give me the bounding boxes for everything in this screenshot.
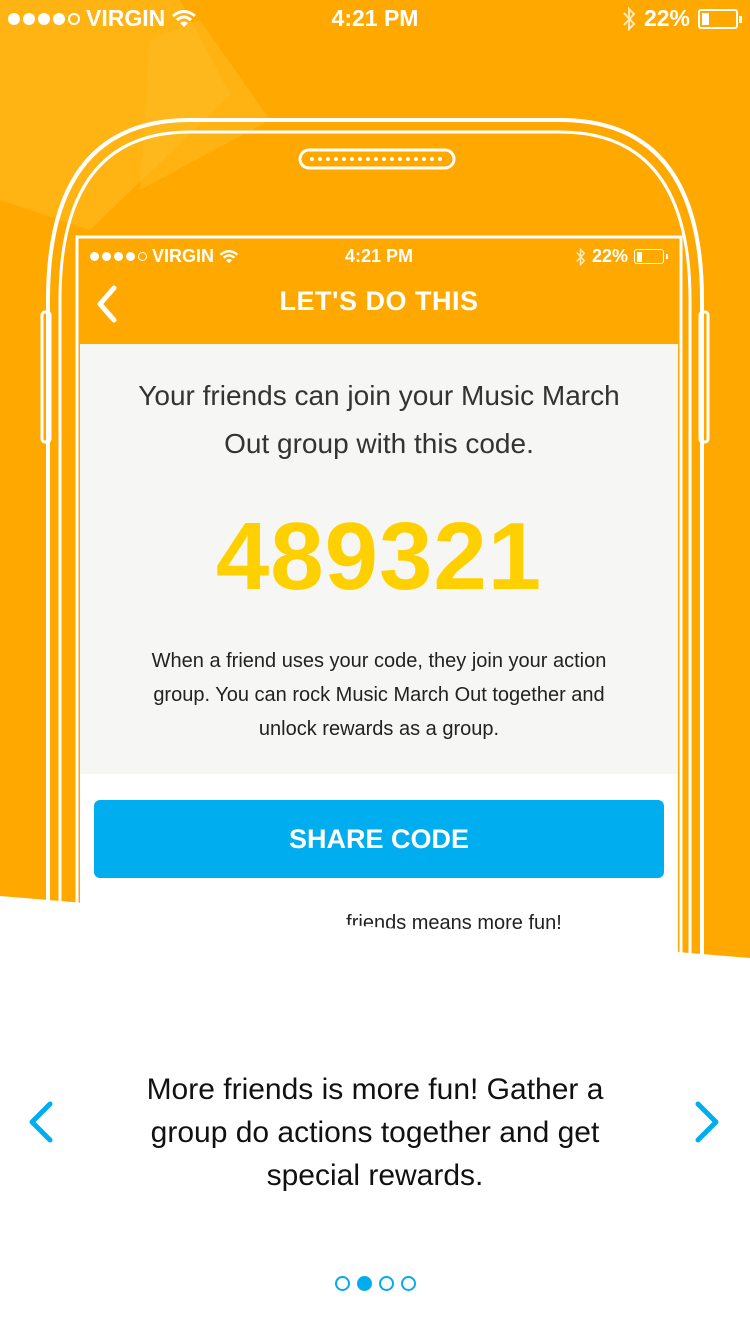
intro-text: Your friends can join your Music March O… (138, 380, 620, 459)
screen-status-bar: VIRGIN 4:21 PM 22% (80, 240, 678, 272)
code-panel: Your friends can join your Music March O… (80, 344, 678, 774)
page-dot[interactable] (378, 1276, 394, 1291)
page-dot[interactable] (356, 1276, 372, 1291)
phone-screen: VIRGIN 4:21 PM 22% LET'S DO THIS Your fr… (80, 240, 678, 960)
screen-title: LET'S DO THIS (279, 286, 479, 316)
share-code-button[interactable]: SHARE CODE (94, 800, 664, 878)
screen-header: VIRGIN 4:21 PM 22% LET'S DO THIS (80, 240, 678, 344)
chevron-right-icon[interactable] (690, 1100, 724, 1144)
carousel-caption: More friends is more fun! Gather a group… (146, 1073, 604, 1192)
page-indicator[interactable] (0, 1276, 750, 1291)
teaser-text: friends means more fun! (120, 912, 638, 935)
explanation-text: When a friend uses your code, they join … (151, 650, 607, 740)
group-code: 489321 (215, 503, 543, 610)
teaser-label: friends means more fun! (346, 912, 562, 934)
chevron-left-icon[interactable] (24, 1100, 58, 1144)
bluetooth-icon (576, 247, 586, 266)
screen-battery-percent: 22% (591, 246, 628, 266)
battery-icon (634, 249, 668, 264)
hero-background: VIRGIN 4:21 PM 22% VIRGIN 4:21 PM 22% LE… (0, 0, 750, 960)
page-dot[interactable] (334, 1276, 350, 1291)
page-dot[interactable] (400, 1276, 416, 1291)
